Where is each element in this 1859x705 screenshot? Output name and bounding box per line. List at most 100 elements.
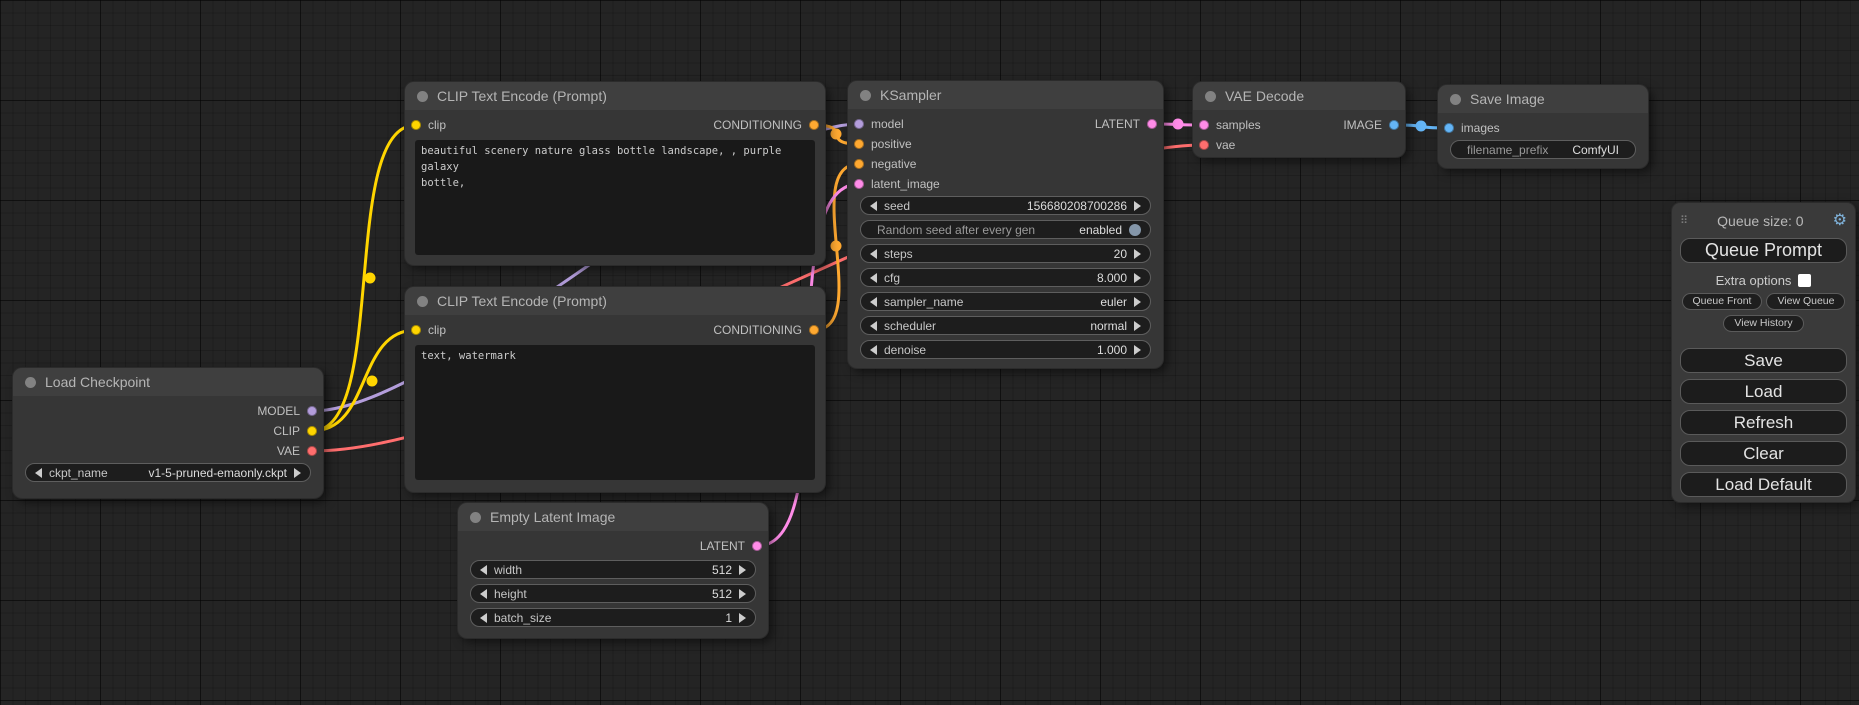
extra-options-checkbox[interactable] (1798, 274, 1811, 287)
increment-arrow-icon[interactable] (294, 468, 301, 478)
decrement-arrow-icon[interactable] (480, 589, 487, 599)
node-graph-canvas[interactable]: Load Checkpoint MODEL CLIP VAE (0, 0, 1859, 705)
output-port-conditioning[interactable]: CONDITIONING (713, 323, 819, 337)
image-port-dot[interactable] (1389, 120, 1399, 130)
seed-widget[interactable]: seed 156680208700286 (860, 196, 1151, 215)
positive-prompt-textarea[interactable]: beautiful scenery nature glass bottle la… (415, 140, 815, 255)
input-port-positive[interactable]: positive (854, 137, 912, 151)
node-empty-latent-image[interactable]: Empty Latent Image LATENT width 512 heig… (458, 503, 768, 638)
output-port-latent[interactable]: LATENT (700, 539, 762, 553)
conditioning-port-dot[interactable] (854, 159, 864, 169)
node-load-checkpoint[interactable]: Load Checkpoint MODEL CLIP VAE (13, 368, 323, 498)
node-ksampler[interactable]: KSampler model LATENT positive (848, 81, 1163, 368)
input-port-clip[interactable]: clip (411, 118, 446, 132)
increment-arrow-icon[interactable] (1134, 345, 1141, 355)
input-port-vae[interactable]: vae (1199, 138, 1235, 152)
refresh-button[interactable]: Refresh (1680, 410, 1847, 435)
decrement-arrow-icon[interactable] (870, 345, 877, 355)
decrement-arrow-icon[interactable] (870, 321, 877, 331)
decrement-arrow-icon[interactable] (480, 613, 487, 623)
node-title-bar[interactable]: Load Checkpoint (13, 368, 323, 396)
input-port-clip[interactable]: clip (411, 323, 446, 337)
height-widget[interactable]: height 512 (470, 584, 756, 603)
latent-port-dot[interactable] (854, 179, 864, 189)
output-port-latent[interactable]: LATENT (1095, 117, 1157, 131)
vae-port-dot[interactable] (307, 446, 317, 456)
node-clip-text-encode-negative[interactable]: CLIP Text Encode (Prompt) clip CONDITION… (405, 287, 825, 492)
increment-arrow-icon[interactable] (739, 589, 746, 599)
view-queue-button[interactable]: View Queue (1766, 293, 1845, 310)
output-port-vae[interactable]: VAE (277, 444, 317, 458)
input-port-model[interactable]: model (854, 117, 904, 131)
decrement-arrow-icon[interactable] (870, 201, 877, 211)
denoise-widget[interactable]: denoise 1.000 (860, 340, 1151, 359)
queue-front-button[interactable]: Queue Front (1682, 293, 1763, 310)
node-title-bar[interactable]: VAE Decode (1193, 82, 1405, 110)
increment-arrow-icon[interactable] (1134, 321, 1141, 331)
increment-arrow-icon[interactable] (1134, 249, 1141, 259)
input-port-latent-image[interactable]: latent_image (854, 177, 940, 191)
latent-port-dot[interactable] (1199, 120, 1209, 130)
queue-prompt-button[interactable]: Queue Prompt (1680, 238, 1847, 263)
scheduler-widget[interactable]: scheduler normal (860, 316, 1151, 335)
output-port-image[interactable]: IMAGE (1343, 118, 1399, 132)
increment-arrow-icon[interactable] (739, 565, 746, 575)
clip-port-dot[interactable] (411, 120, 421, 130)
collapse-dot-icon[interactable] (1450, 94, 1461, 105)
view-history-button[interactable]: View History (1723, 315, 1803, 332)
clear-button[interactable]: Clear (1680, 441, 1847, 466)
node-title-bar[interactable]: Save Image (1438, 85, 1648, 113)
negative-prompt-textarea[interactable]: text, watermark (415, 345, 815, 480)
save-button[interactable]: Save (1680, 348, 1847, 373)
model-port-dot[interactable] (307, 406, 317, 416)
batch-size-widget[interactable]: batch_size 1 (470, 608, 756, 627)
increment-arrow-icon[interactable] (1134, 273, 1141, 283)
gear-icon[interactable]: ⚙ (1833, 213, 1847, 229)
conditioning-port-dot[interactable] (809, 325, 819, 335)
width-widget[interactable]: width 512 (470, 560, 756, 579)
steps-widget[interactable]: steps 20 (860, 244, 1151, 263)
collapse-dot-icon[interactable] (417, 296, 428, 307)
toggle-knob[interactable] (1129, 224, 1141, 236)
collapse-dot-icon[interactable] (417, 91, 428, 102)
output-port-model[interactable]: MODEL (257, 404, 317, 418)
collapse-dot-icon[interactable] (25, 377, 36, 388)
increment-arrow-icon[interactable] (1134, 201, 1141, 211)
collapse-dot-icon[interactable] (470, 512, 481, 523)
filename-prefix-widget[interactable]: filename_prefix ComfyUI (1450, 140, 1636, 159)
collapse-dot-icon[interactable] (860, 90, 871, 101)
decrement-arrow-icon[interactable] (870, 249, 877, 259)
input-port-images[interactable]: images (1444, 121, 1500, 135)
decrement-arrow-icon[interactable] (480, 565, 487, 575)
node-title-bar[interactable]: Empty Latent Image (458, 503, 768, 531)
input-port-negative[interactable]: negative (854, 157, 916, 171)
increment-arrow-icon[interactable] (1134, 297, 1141, 307)
conditioning-port-dot[interactable] (854, 139, 864, 149)
output-port-clip[interactable]: CLIP (273, 424, 317, 438)
node-title-bar[interactable]: CLIP Text Encode (Prompt) (405, 82, 825, 110)
ckpt-name-widget[interactable]: ckpt_name v1-5-pruned-emaonly.ckpt (25, 463, 311, 482)
model-port-dot[interactable] (854, 119, 864, 129)
image-port-dot[interactable] (1444, 123, 1454, 133)
load-button[interactable]: Load (1680, 379, 1847, 404)
latent-port-dot[interactable] (752, 541, 762, 551)
clip-port-dot[interactable] (307, 426, 317, 436)
input-port-samples[interactable]: samples (1199, 118, 1261, 132)
decrement-arrow-icon[interactable] (870, 297, 877, 307)
output-port-conditioning[interactable]: CONDITIONING (713, 118, 819, 132)
latent-port-dot[interactable] (1147, 119, 1157, 129)
decrement-arrow-icon[interactable] (870, 273, 877, 283)
node-vae-decode[interactable]: VAE Decode samples IMAGE vae (1193, 82, 1405, 157)
sampler-name-widget[interactable]: sampler_name euler (860, 292, 1151, 311)
node-title-bar[interactable]: KSampler (848, 81, 1163, 109)
node-save-image[interactable]: Save Image images filename_prefix ComfyU… (1438, 85, 1648, 168)
increment-arrow-icon[interactable] (739, 613, 746, 623)
node-clip-text-encode-positive[interactable]: CLIP Text Encode (Prompt) clip CONDITION… (405, 82, 825, 265)
random-seed-toggle[interactable]: Random seed after every gen enabled (860, 220, 1151, 239)
vae-port-dot[interactable] (1199, 140, 1209, 150)
collapse-dot-icon[interactable] (1205, 91, 1216, 102)
decrement-arrow-icon[interactable] (35, 468, 42, 478)
clip-port-dot[interactable] (411, 325, 421, 335)
load-default-button[interactable]: Load Default (1680, 472, 1847, 497)
conditioning-port-dot[interactable] (809, 120, 819, 130)
